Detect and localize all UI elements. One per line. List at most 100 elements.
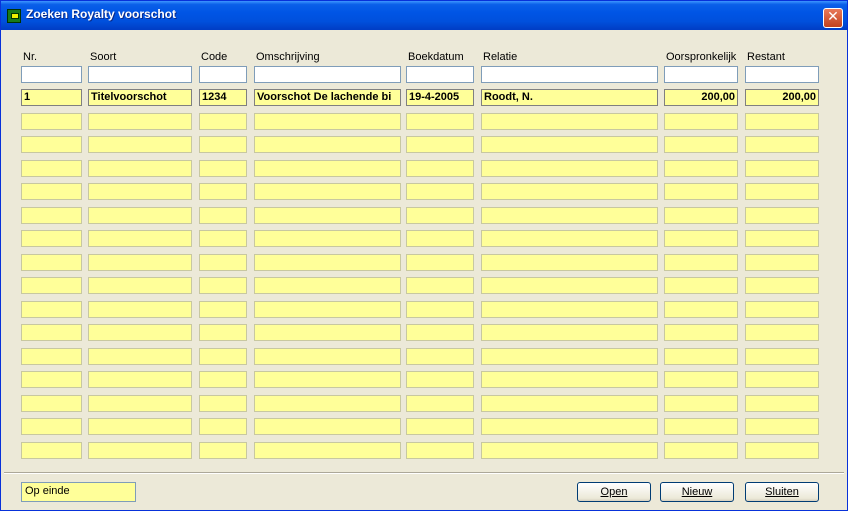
filter-input[interactable] [88,66,192,83]
grid-cell[interactable] [481,113,658,130]
grid-cell[interactable] [745,442,819,459]
grid-cell[interactable] [745,348,819,365]
grid-cell[interactable] [21,230,82,247]
grid-cell[interactable]: 1234 [199,89,247,106]
grid-cell[interactable]: 200,00 [745,89,819,106]
grid-cell[interactable] [254,254,401,271]
grid-cell[interactable] [406,371,474,388]
grid-cell[interactable] [745,371,819,388]
grid-cell[interactable] [199,277,247,294]
grid-cell[interactable] [88,324,192,341]
close-icon[interactable]: ✕ [823,8,843,28]
grid-cell[interactable] [254,183,401,200]
grid-cell[interactable] [254,442,401,459]
grid-cell[interactable] [481,418,658,435]
grid-cell[interactable] [664,160,738,177]
grid-cell[interactable] [406,348,474,365]
grid-cell[interactable] [481,442,658,459]
grid-cell[interactable] [199,183,247,200]
filter-input[interactable] [406,66,474,83]
grid-cell[interactable] [199,301,247,318]
grid-cell[interactable] [406,254,474,271]
grid-cell[interactable] [21,301,82,318]
grid-cell[interactable] [664,348,738,365]
grid-cell[interactable] [254,418,401,435]
grid-cell[interactable] [199,418,247,435]
grid-cell[interactable] [88,183,192,200]
grid-cell[interactable] [254,160,401,177]
grid-cell[interactable] [254,230,401,247]
grid-cell[interactable] [406,183,474,200]
grid-cell[interactable] [664,230,738,247]
grid-cell[interactable] [88,371,192,388]
grid-cell[interactable]: 19-4-2005 [406,89,474,106]
grid-cell[interactable] [664,324,738,341]
grid-cell[interactable] [254,113,401,130]
grid-cell[interactable] [88,418,192,435]
grid-cell[interactable] [199,136,247,153]
grid-cell[interactable] [21,207,82,224]
grid-cell[interactable] [21,254,82,271]
grid-cell[interactable] [481,395,658,412]
grid-cell[interactable] [664,442,738,459]
grid-cell[interactable] [481,230,658,247]
grid-cell[interactable] [481,277,658,294]
grid-cell[interactable] [199,324,247,341]
grid-cell[interactable] [199,230,247,247]
grid-cell[interactable] [745,230,819,247]
filter-input[interactable] [664,66,738,83]
grid-cell[interactable] [745,113,819,130]
grid-cell[interactable] [21,418,82,435]
filter-input[interactable] [481,66,658,83]
new-button[interactable]: Nieuw [660,482,734,502]
grid-cell[interactable] [745,207,819,224]
grid-cell[interactable]: 200,00 [664,89,738,106]
grid-cell[interactable] [406,277,474,294]
grid-cell[interactable] [88,160,192,177]
grid-cell[interactable] [664,418,738,435]
grid-cell[interactable] [199,348,247,365]
grid-cell[interactable] [254,301,401,318]
grid-cell[interactable] [406,230,474,247]
grid-cell[interactable] [664,113,738,130]
grid-cell[interactable] [481,207,658,224]
grid-cell[interactable] [88,442,192,459]
grid-cell[interactable] [406,324,474,341]
grid-cell[interactable] [21,113,82,130]
grid-cell[interactable] [21,277,82,294]
grid-cell[interactable] [88,301,192,318]
grid-cell[interactable] [88,207,192,224]
grid-cell[interactable] [88,348,192,365]
grid-cell[interactable] [406,207,474,224]
grid-cell[interactable] [481,371,658,388]
grid-cell[interactable] [664,371,738,388]
grid-cell[interactable] [406,395,474,412]
title-bar[interactable]: Zoeken Royalty voorschot ✕ [1,1,847,30]
grid-cell[interactable] [88,230,192,247]
open-button[interactable]: Open [577,482,651,502]
grid-cell[interactable] [745,183,819,200]
grid-cell[interactable] [88,113,192,130]
grid-cell[interactable] [21,371,82,388]
grid-cell[interactable] [745,277,819,294]
grid-cell[interactable] [745,254,819,271]
grid-cell[interactable] [745,160,819,177]
grid-cell[interactable] [254,395,401,412]
grid-cell[interactable] [664,183,738,200]
grid-cell[interactable]: Voorschot De lachende bi [254,89,401,106]
grid-cell[interactable] [745,324,819,341]
filter-input[interactable] [745,66,819,83]
grid-cell[interactable] [199,395,247,412]
grid-cell[interactable] [21,136,82,153]
grid-cell[interactable] [745,395,819,412]
grid-cell[interactable] [406,442,474,459]
filter-input[interactable] [21,66,82,83]
grid-cell[interactable] [199,113,247,130]
grid-cell[interactable] [481,301,658,318]
grid-cell[interactable] [406,113,474,130]
grid-cell[interactable] [254,371,401,388]
filter-input[interactable] [199,66,247,83]
grid-cell[interactable] [254,348,401,365]
grid-cell[interactable] [199,207,247,224]
grid-cell[interactable] [406,136,474,153]
